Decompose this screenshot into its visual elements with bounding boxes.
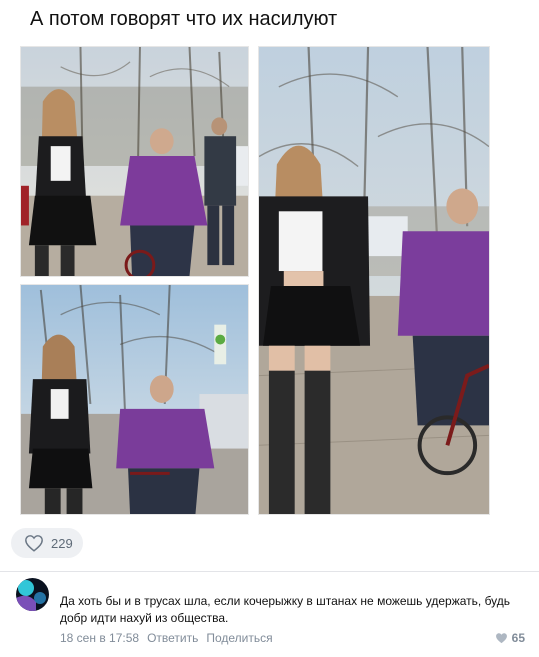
heart-icon xyxy=(25,535,43,552)
reply-link[interactable]: Ответить xyxy=(147,631,198,645)
comment-meta: 18 сен в 17:58 Ответить Поделиться xyxy=(60,631,273,645)
post-photo-2[interactable] xyxy=(20,284,249,515)
post-photo-3[interactable] xyxy=(258,46,490,515)
comment-date[interactable]: 18 сен в 17:58 xyxy=(60,631,139,645)
share-link[interactable]: Поделиться xyxy=(206,631,272,645)
post-title: А потом говорят что их насилуют xyxy=(30,8,338,30)
comment-like-count: 65 xyxy=(511,631,525,645)
comment-text: Да хоть бы и в трусах шла, если кочерыжк… xyxy=(60,594,511,625)
like-button[interactable]: 229 xyxy=(11,528,83,558)
avatar[interactable] xyxy=(16,578,49,611)
like-count: 229 xyxy=(51,535,73,551)
comment-like-button[interactable]: 65 xyxy=(495,631,525,645)
divider xyxy=(0,571,539,572)
heart-icon xyxy=(495,633,507,644)
post-photo-1[interactable] xyxy=(20,46,249,277)
